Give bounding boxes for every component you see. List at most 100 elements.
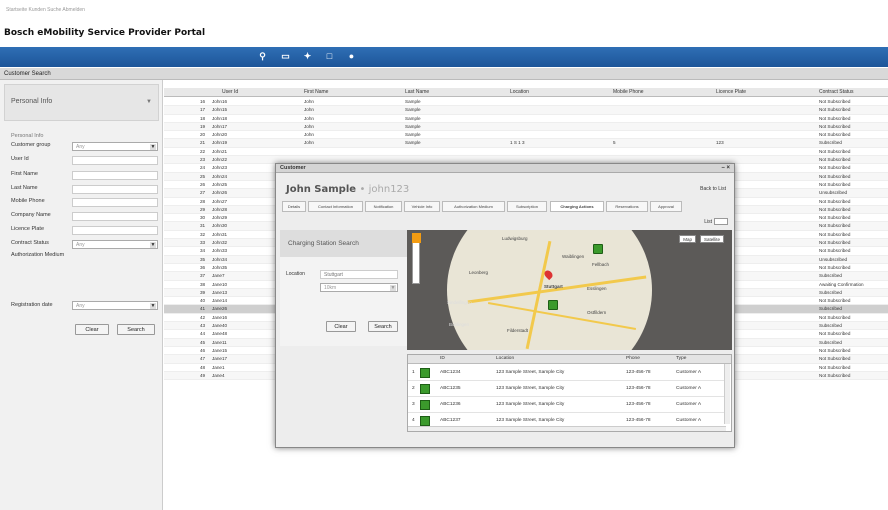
station-map[interactable]: Ludwigsburg Waiblingen Fellbach Stuttgar… [407, 230, 732, 350]
map-type-satellite-button[interactable]: Satellite [699, 235, 724, 243]
station-cell-n: 1 [412, 370, 415, 375]
tab-approval[interactable]: Approval [650, 201, 682, 212]
user-id-field[interactable] [72, 156, 158, 165]
station-clear-button[interactable]: Clear [326, 321, 356, 332]
cell-id: John30 [212, 223, 228, 229]
vertical-scrollbar[interactable] [724, 364, 730, 424]
list-toggle[interactable]: List [704, 218, 728, 225]
station-search-header[interactable]: Charging Station Search [280, 230, 408, 257]
col-last-name[interactable]: Last Name [405, 89, 429, 95]
charging-station-marker-icon[interactable] [593, 244, 603, 254]
col-location[interactable]: Location [510, 89, 529, 95]
horizontal-scrollbar[interactable] [408, 426, 726, 431]
tab-details[interactable]: Details [282, 201, 306, 212]
clear-button[interactable]: Clear [75, 324, 109, 335]
col-user-id[interactable]: User Id [222, 89, 238, 95]
document-icon[interactable]: ▭ [280, 51, 291, 62]
station-cell-phone: 123-456-78 [626, 402, 651, 407]
cell-n: 46 [200, 347, 206, 353]
dialog-tabs: Details Contact Information Notification… [282, 201, 730, 212]
col-licence-plate[interactable]: Licence Plate [716, 89, 746, 95]
cell-n: 41 [200, 306, 206, 312]
user-icon[interactable]: ⚲ [257, 51, 268, 62]
cell-id: Jane13 [212, 289, 228, 295]
contract-status-select[interactable]: Any ▼ [72, 240, 158, 249]
cell-status: Subscribed [819, 289, 842, 295]
tab-contact-information[interactable]: Contact Information [308, 201, 363, 212]
chevron-down-icon: ▼ [146, 99, 152, 105]
cell-id: John34 [212, 256, 228, 262]
station-row[interactable]: 1 ABC1234 123 Sample Street, Sample City 12… [408, 365, 725, 381]
map-zoom-slider[interactable] [412, 233, 421, 284]
cell-id: Jane16 [212, 314, 228, 320]
station-cell-id: ABC1235 [440, 386, 461, 391]
tab-vehicle-info[interactable]: Vehicle Info [404, 201, 440, 212]
company-name-label: Company Name [11, 212, 51, 218]
cell-n: 37 [200, 273, 206, 279]
map-type-map-button[interactable]: Map [679, 235, 696, 243]
table-row[interactable]: 18 John18 John Sample Not Subscribed [164, 115, 888, 123]
station-row[interactable]: 3 ABC1236 123 Sample Street, Sample City 12… [408, 397, 725, 413]
dialog-title: Customer [280, 165, 306, 171]
licence-plate-label: Licence Plate [11, 226, 45, 232]
customer-group-select[interactable]: Any ▼ [72, 142, 158, 151]
top-nav[interactable]: Startseite Kunden Suche Abmelden [6, 7, 85, 13]
licence-plate-field[interactable] [72, 226, 158, 235]
close-icon[interactable]: – × [721, 164, 730, 173]
charging-icon[interactable]: ✦ [302, 51, 313, 62]
last-name-field[interactable] [72, 185, 158, 194]
table-row[interactable]: 17 John15 John Sample Not Subscribed [164, 106, 888, 115]
station-search-panel: Charging Station Search Location Stuttga… [280, 230, 408, 346]
cell-loc: 1 S 1 3 [510, 140, 525, 146]
back-to-list-link[interactable]: Back to List [700, 186, 726, 192]
station-search-button[interactable]: Search [368, 321, 398, 332]
mobile-phone-field[interactable] [72, 198, 158, 207]
location-input[interactable]: Stuttgart [320, 270, 398, 279]
cell-n: 34 [200, 248, 206, 254]
station-row[interactable]: 2 ABC1235 123 Sample Street, Sample City 12… [408, 381, 725, 397]
customer-dialog: Customer – × John Sample • john123 Back … [275, 163, 735, 448]
cell-id: John35 [212, 264, 228, 270]
col-station-type[interactable]: Type [676, 356, 686, 361]
cell-id: Jane40 [212, 323, 228, 329]
cell-status: Subscribed [819, 140, 842, 146]
search-button[interactable]: Search [117, 324, 155, 335]
tab-subscription[interactable]: Subscription [507, 201, 547, 212]
toggle-switch[interactable] [714, 218, 728, 225]
company-name-field[interactable] [72, 212, 158, 221]
tab-authorization-medium[interactable]: Authorization Medium [442, 201, 505, 212]
cell-id: Jane4 [212, 372, 225, 378]
table-row[interactable]: 20 John20 John Sample Not Subscribed [164, 131, 888, 140]
col-first-name[interactable]: First Name [304, 89, 328, 95]
cell-n: 43 [200, 323, 206, 329]
cell-id: John24 [212, 173, 228, 179]
main-toolbar: ⚲ ▭ ✦ □ ● [0, 47, 888, 67]
pegman-icon[interactable] [412, 233, 421, 243]
table-row[interactable]: 19 John17 John Sample Not Subscribed [164, 122, 888, 132]
calendar-icon[interactable]: □ [324, 51, 335, 62]
col-mobile-phone[interactable]: Mobile Phone [613, 89, 644, 95]
tab-reservations[interactable]: Reservations [606, 201, 648, 212]
table-row[interactable]: 16 John16 John Sample Not Subscribed [164, 98, 888, 107]
table-row[interactable]: 22 John21 Not Subscribed [164, 148, 888, 157]
col-station-id[interactable]: ID [440, 356, 445, 361]
help-icon[interactable]: ● [346, 51, 357, 62]
cell-last: Sample [405, 115, 421, 121]
col-contract-status[interactable]: Contract Status [819, 89, 853, 95]
col-station-location[interactable]: Location [496, 356, 514, 361]
radius-select[interactable]: 10km ▼ [320, 283, 398, 292]
personal-info-panel-header[interactable]: Personal Info ▼ [4, 84, 159, 121]
registration-date-select[interactable]: Any ▼ [72, 301, 158, 310]
tab-charging-actions[interactable]: Charging Actions [550, 201, 604, 212]
first-name-field[interactable] [72, 171, 158, 180]
charging-station-marker-icon[interactable] [548, 300, 558, 310]
customer-full-name: John Sample [286, 184, 357, 195]
table-row[interactable]: 21 John19 John Sample 1 S 1 3 5 123 Subscribed [164, 139, 888, 148]
cell-plate: 123 [716, 140, 724, 146]
registration-date-label: Registration date [11, 302, 53, 308]
cell-id: Jane26 [212, 306, 228, 312]
col-station-phone[interactable]: Phone [626, 356, 640, 361]
cell-last: Sample [405, 123, 421, 129]
tab-notification[interactable]: Notification [365, 201, 402, 212]
dialog-title-bar[interactable]: Customer – × [276, 164, 734, 173]
